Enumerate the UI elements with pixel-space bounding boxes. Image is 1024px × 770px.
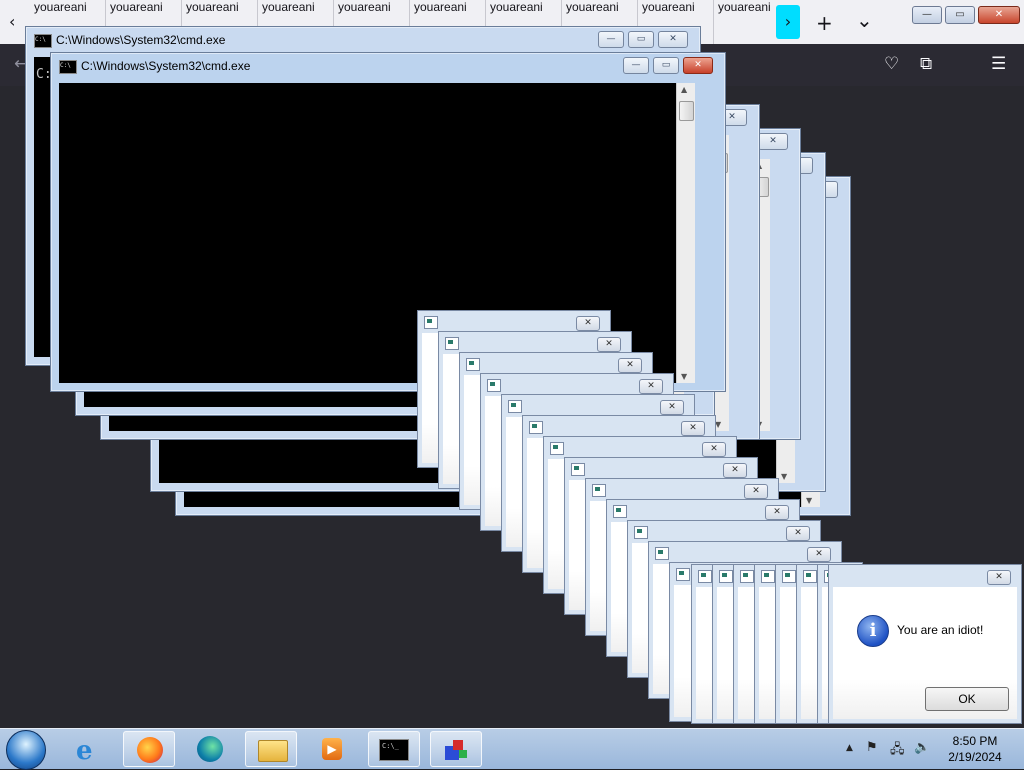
app-icon [676, 568, 690, 581]
message-box-close-button[interactable]: ✕ [723, 463, 747, 478]
app-icon [655, 547, 669, 560]
app-icon [487, 379, 501, 392]
volume-muted-icon[interactable]: 🔈 [914, 740, 930, 755]
app-icon [613, 505, 627, 518]
start-orb-icon[interactable] [6, 730, 46, 770]
cmd-window-icon: C:\ [34, 34, 52, 48]
cmd-close-button[interactable]: ✕ [758, 133, 788, 150]
edge-icon[interactable] [184, 731, 236, 767]
file-explorer-icon[interactable] [245, 731, 297, 767]
info-icon: i [857, 615, 889, 647]
taskbar: e ▶ C:\_ ▲ ⚑ 🖧 🔈 8:50 PM 2/19/2024 [0, 728, 1024, 770]
app-icon [424, 316, 438, 329]
app-icon [634, 526, 648, 539]
app-icon [803, 570, 817, 583]
cmd-maximize-button[interactable]: ▭ [628, 31, 654, 48]
dialog-close-button[interactable]: ✕ [987, 570, 1011, 585]
extensions-icon[interactable]: ⧉ [920, 54, 932, 74]
browser-tab[interactable]: youareani [714, 0, 770, 44]
message-box-close-button[interactable]: ✕ [639, 379, 663, 394]
browser-maximize-button[interactable]: ▭ [945, 6, 975, 24]
media-player-icon[interactable]: ▶ [306, 731, 358, 767]
app-icon [782, 570, 796, 583]
app-icon [761, 570, 775, 583]
message-box-close-button[interactable]: ✕ [765, 505, 789, 520]
internet-explorer-icon[interactable]: e [64, 731, 116, 767]
tab-list-button[interactable]: ⌄ [856, 8, 873, 32]
pocket-icon[interactable]: ♡ [884, 54, 899, 74]
cmd-title: C:\Windows\System32\cmd.exe [56, 33, 226, 47]
action-center-flag-icon[interactable]: ⚑ [866, 740, 878, 755]
clock-time: 8:50 PM [952, 734, 998, 748]
message-box-close-button[interactable]: ✕ [681, 421, 705, 436]
cmd-close-button[interactable]: ✕ [683, 57, 713, 74]
cmd-window-icon: C:\ [59, 60, 77, 74]
new-tab-button[interactable]: + [816, 11, 833, 35]
message-box-close-button[interactable]: ✕ [660, 400, 684, 415]
app-icon [550, 442, 564, 455]
idiot-dialog: ✕ i You are an idiot! OK [828, 564, 1022, 724]
browser-window-controls: — ▭ ✕ [909, 2, 1020, 24]
app-icon [571, 463, 585, 476]
menu-icon[interactable]: ☰ [991, 54, 1006, 74]
paint-icon[interactable] [430, 731, 482, 767]
cmd-minimize-button[interactable]: — [623, 57, 649, 74]
cmd-minimize-button[interactable]: — [598, 31, 624, 48]
firefox-icon[interactable] [123, 731, 175, 767]
message-box-close-button[interactable]: ✕ [807, 547, 831, 562]
message-box-close-button[interactable]: ✕ [702, 442, 726, 457]
cmd-taskbar-icon[interactable]: C:\_ [368, 731, 420, 767]
cmd-maximize-button[interactable]: ▭ [653, 57, 679, 74]
app-icon [592, 484, 606, 497]
app-icon [529, 421, 543, 434]
message-box-close-button[interactable]: ✕ [597, 337, 621, 352]
cmd-title: C:\Windows\System32\cmd.exe [81, 59, 251, 73]
tab-scroll-left-button[interactable]: ‹ [9, 12, 15, 31]
browser-minimize-button[interactable]: — [912, 6, 942, 24]
app-icon [508, 400, 522, 413]
cmd-close-button[interactable]: ✕ [658, 31, 688, 48]
app-icon [445, 337, 459, 350]
message-box-close-button[interactable]: ✕ [618, 358, 642, 373]
ok-button[interactable]: OK [925, 687, 1009, 711]
tab-scroll-right-button[interactable]: › [776, 5, 800, 39]
message-box-close-button[interactable]: ✕ [744, 484, 768, 499]
app-icon [740, 570, 754, 583]
network-icon[interactable]: 🖧 [890, 740, 905, 762]
app-icon [466, 358, 480, 371]
message-box-close-button[interactable]: ✕ [786, 526, 810, 541]
show-hidden-icons-icon[interactable]: ▲ [846, 743, 853, 753]
cmd-scrollbar[interactable]: ▲▼ [676, 83, 695, 383]
system-clock[interactable]: 8:50 PM 2/19/2024 [935, 733, 1015, 765]
dialog-message: You are an idiot! [897, 623, 984, 637]
app-icon [719, 570, 733, 583]
message-box-close-button[interactable]: ✕ [576, 316, 600, 331]
clock-date: 2/19/2024 [948, 750, 1002, 764]
browser-close-button[interactable]: ✕ [978, 6, 1020, 24]
app-icon [698, 570, 712, 583]
